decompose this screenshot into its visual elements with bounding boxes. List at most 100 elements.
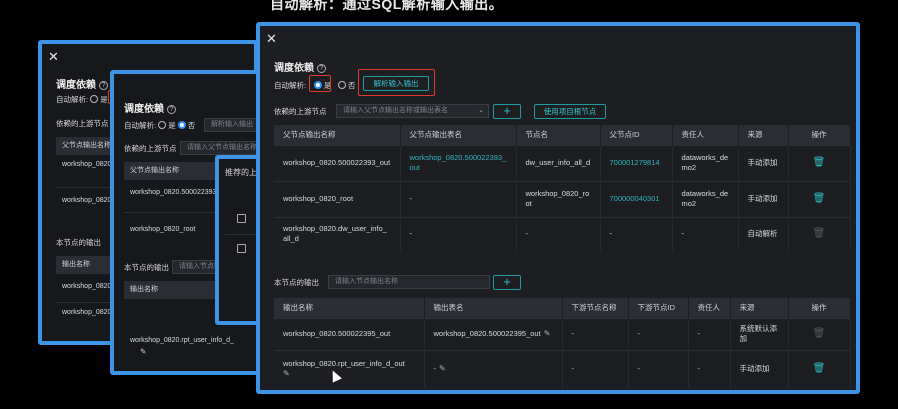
col-header: 下游节点名称: [562, 298, 629, 318]
col-header: 父节点ID: [600, 125, 673, 145]
upstream-label: 依赖的上游节点: [56, 119, 109, 128]
col-header: 来源: [738, 125, 789, 145]
cell: -: [628, 349, 689, 388]
cell: 系统默认添加: [730, 317, 789, 350]
col-parent-output: 父节点输出名称: [124, 162, 224, 180]
cell: -: [400, 216, 517, 251]
cell: -: [400, 180, 517, 217]
radio-no-option[interactable]: 否: [338, 80, 356, 91]
col-header: 父节点输出表名: [400, 125, 517, 145]
edit-icon[interactable]: ✎: [439, 364, 446, 373]
help-icon[interactable]: ?: [167, 105, 176, 114]
auto-parse-row: 自动解析: 是: [56, 95, 108, 104]
table-row: workshop_0820.dw_user_info_all_d - - - -…: [274, 216, 851, 251]
cell: workshop_0820.rpt_user_info_d_out: [283, 359, 405, 369]
output-label: 本节点的输出: [274, 278, 319, 287]
output-table: 输出名称 输出表名 下游节点名称 下游节点ID 责任人 来源 操作 worksh…: [274, 298, 851, 388]
table-row: workshop_0820.rpt_user_info_d_out: [130, 337, 234, 344]
highlight-box: [358, 69, 435, 96]
panel-title: 调度依赖?: [56, 76, 108, 91]
upstream-table: 父节点输出名称 父节点输出表名 节点名 父节点ID 责任人 来源 操作 work…: [274, 125, 851, 251]
cell: -: [433, 364, 437, 374]
cell: -: [628, 317, 689, 350]
add-output-button[interactable]: +: [493, 275, 521, 290]
cell: workshop_0820_root: [274, 180, 401, 217]
use-root-node-button[interactable]: 使用项目根节点: [534, 104, 606, 119]
highlight-box: [309, 75, 331, 92]
output-input[interactable]: 请输入节点输出名称: [328, 275, 490, 289]
cell: workshop_0820.dw_user_info_all_d: [274, 216, 401, 251]
cell: 手动添加: [738, 180, 789, 217]
delete-icon[interactable]: 🗑: [813, 363, 826, 374]
col-header: 父节点输出名称: [274, 125, 401, 145]
cell: 手动添加: [730, 349, 789, 388]
table-row: workshop_0820.rpt_user_info_d_out ✎ - ✎ - …: [274, 349, 851, 388]
table-row: workshop_0820.500022393_out: [130, 189, 224, 196]
cell: dw_user_info_all_d: [516, 144, 601, 181]
auto-parse-label: 自动解析:: [274, 81, 307, 90]
cell: -: [672, 216, 739, 251]
parse-io-button[interactable]: 解析输入输出: [204, 118, 259, 132]
table-row: workshop_0820.500022395_out workshop_082…: [274, 317, 851, 350]
edit-icon[interactable]: ✎: [544, 329, 551, 338]
cell: -: [516, 216, 601, 251]
delete-icon[interactable]: 🗑: [813, 193, 826, 204]
close-icon[interactable]: ✕: [48, 50, 59, 63]
cell: workshop_0820_root: [516, 180, 601, 217]
col-output-name: 输出名称: [124, 281, 224, 299]
edit-icon[interactable]: ✎: [283, 369, 290, 378]
cell-link[interactable]: workshop_0820.500022393_out: [400, 144, 517, 181]
cell: workshop_0820.500022393_out: [274, 144, 401, 181]
help-icon[interactable]: ?: [317, 64, 326, 73]
col-header: 下游节点ID: [628, 298, 689, 318]
col-header: 操作: [788, 125, 851, 145]
cell: dataworks_demo2: [672, 180, 739, 217]
col-header: 责任人: [672, 125, 739, 145]
delete-icon[interactable]: 🗑: [813, 157, 826, 168]
row-checkbox[interactable]: [237, 214, 246, 223]
panel-title: 调度依赖?: [124, 100, 176, 115]
col-header: 责任人: [688, 298, 731, 318]
col-header: 输出名称: [274, 298, 425, 318]
radio-yes[interactable]: [90, 95, 99, 103]
upstream-label: 依赖的上游节点: [124, 144, 177, 153]
cell: -: [562, 317, 629, 350]
col-header: 节点名: [516, 125, 601, 145]
output-label: 本节点的输出: [124, 263, 169, 272]
cell: -: [688, 317, 731, 350]
add-upstream-button[interactable]: +: [493, 104, 521, 119]
col-header: 来源: [730, 298, 789, 318]
chevron-down-icon: ⌄: [478, 107, 484, 114]
help-icon[interactable]: ?: [99, 81, 108, 90]
col-header: 输出表名: [424, 298, 563, 318]
video-caption: 自动解析：通过SQL解析输入输出。: [270, 0, 504, 12]
table-row: workshop_0820_root - workshop_0820_root …: [274, 180, 851, 217]
cell: -: [688, 349, 731, 388]
auto-parse-row: 自动解析: 是 否: [124, 121, 196, 130]
cell-link[interactable]: 700000040301: [600, 180, 673, 217]
cell: dataworks_demo2: [672, 144, 739, 181]
cell: 手动添加: [738, 144, 789, 181]
cell-link[interactable]: 700001279814: [600, 144, 673, 181]
radio-yes[interactable]: [158, 121, 167, 129]
dependency-panel-main: ✕ 调度依赖? 自动解析: 是 否 解析输入输出 依赖的上游节点 请输入父节点输…: [256, 22, 860, 394]
col-header: 操作: [788, 298, 851, 318]
radio-no[interactable]: [338, 81, 346, 89]
upstream-label: 依赖的上游节点: [274, 107, 327, 116]
delete-icon: 🗑: [812, 328, 826, 339]
cell: -: [600, 216, 673, 251]
close-icon[interactable]: ✕: [266, 32, 277, 45]
cell: workshop_0820.500022395_out: [433, 329, 541, 338]
radio-no[interactable]: [177, 121, 186, 129]
table-row: workshop_0820.500022393_out workshop_082…: [274, 144, 851, 181]
panel-title: 调度依赖?: [274, 59, 326, 74]
output-label: 本节点的输出: [56, 238, 101, 247]
delete-icon: 🗑: [812, 228, 826, 240]
upstream-search-input[interactable]: 请输入父节点输出名称或输出表名: [180, 141, 261, 155]
upstream-search-input[interactable]: 请输入父节点输出名称或输出表名 ⌄: [336, 104, 489, 118]
row-checkbox[interactable]: [237, 244, 246, 253]
edit-icon[interactable]: ✎: [140, 347, 146, 356]
cell: 自动解析: [738, 216, 789, 251]
cell: workshop_0820.500022395_out: [274, 317, 425, 350]
cell: -: [562, 349, 629, 388]
